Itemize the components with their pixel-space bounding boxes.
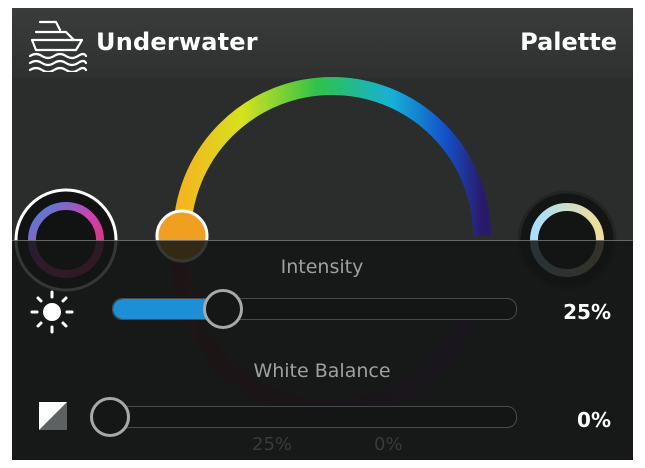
sun-icon [30, 290, 74, 334]
white-balance-slider-thumb[interactable] [90, 397, 130, 437]
color-control-panel: Underwater Palette 25% 0% Intensity 25% … [12, 8, 633, 460]
white-balance-slider-track[interactable] [90, 406, 517, 428]
hue-arc[interactable] [173, 77, 491, 237]
white-balance-icon [39, 402, 67, 430]
intensity-slider-track[interactable] [112, 298, 517, 320]
white-balance-value: 0% [577, 408, 611, 432]
intensity-label: Intensity [280, 256, 364, 278]
white-balance-label: White Balance [253, 360, 391, 382]
intensity-value: 25% [563, 300, 611, 324]
intensity-slider-thumb[interactable] [203, 289, 244, 329]
background-faint-left: 25% [252, 434, 293, 455]
background-faint-right: 0% [374, 434, 403, 455]
